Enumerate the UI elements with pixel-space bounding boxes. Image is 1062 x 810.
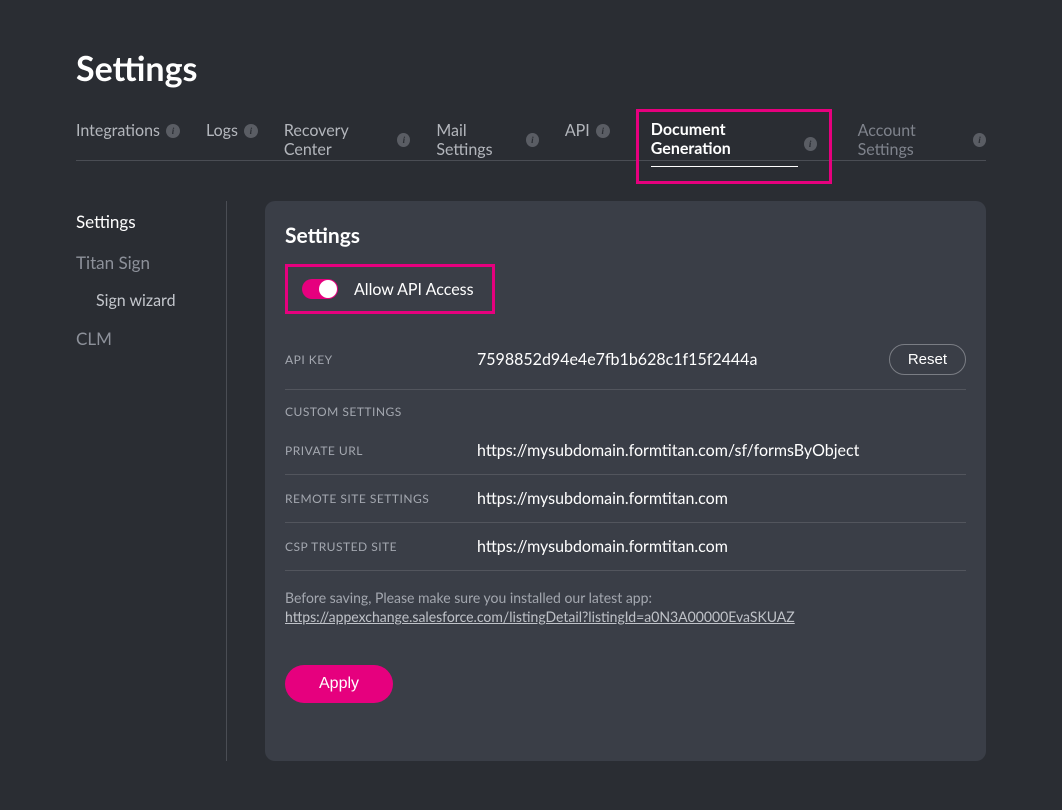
info-icon[interactable]: i [973,133,986,147]
allow-api-access-toggle-box: Allow API Access [285,264,495,314]
panel-title: Settings [285,223,966,248]
custom-settings-label: CUSTOM SETTINGS [285,390,477,427]
remote-site-label: REMOTE SITE SETTINGS [285,491,477,506]
sidebar: Settings Titan Sign Sign wizard CLM [76,201,226,761]
reset-button[interactable]: Reset [889,344,966,375]
tab-mail-settings[interactable]: Mail Settings i [436,115,538,177]
install-note-text: Before saving, Please make sure you inst… [285,589,652,606]
tab-document-generation[interactable]: Document Generation i [636,109,832,184]
csp-trusted-label: CSP TRUSTED SITE [285,539,477,554]
allow-api-access-label: Allow API Access [354,280,474,299]
allow-api-access-toggle[interactable] [302,279,338,299]
header: Settings Integrations i Logs i Recovery … [0,0,1062,161]
sidebar-item-titan-sign[interactable]: Titan Sign [76,242,226,283]
tab-recovery-center-label: Recovery Center [284,121,392,159]
info-icon[interactable]: i [596,124,610,138]
page-title: Settings [76,48,986,89]
tab-mail-settings-label: Mail Settings [436,121,520,159]
private-url-label: PRIVATE URL [285,443,477,458]
tab-logs-label: Logs [206,121,238,140]
info-icon[interactable]: i [244,124,258,138]
settings-page: Settings Integrations i Logs i Recovery … [0,0,1062,761]
csp-trusted-value[interactable]: https://mysubdomain.formtitan.com [477,537,966,556]
api-key-value: 7598852d94e4e7fb1b628c1f15f2444a [477,350,889,369]
sidebar-item-clm[interactable]: CLM [76,318,226,359]
remote-site-row: REMOTE SITE SETTINGS https://mysubdomain… [285,475,966,523]
tab-api-label: API [565,121,590,140]
settings-panel: Settings Allow API Access API KEY 759885… [265,201,986,761]
install-note: Before saving, Please make sure you inst… [285,589,966,625]
sidebar-item-settings[interactable]: Settings [76,201,226,242]
tab-recovery-center[interactable]: Recovery Center i [284,115,411,177]
tab-document-generation-label: Document Generation [651,120,798,167]
private-url-row: PRIVATE URL https://mysubdomain.formtita… [285,427,966,475]
sidebar-item-sign-wizard[interactable]: Sign wizard [76,283,226,318]
remote-site-value[interactable]: https://mysubdomain.formtitan.com [477,489,966,508]
body: Settings Titan Sign Sign wizard CLM Sett… [0,161,1062,761]
info-icon[interactable]: i [397,133,410,147]
tab-account-settings-label: Account Settings [858,121,967,159]
tab-logs[interactable]: Logs i [206,115,258,158]
tab-integrations[interactable]: Integrations i [76,115,180,158]
info-icon[interactable]: i [804,137,817,151]
csp-trusted-row: CSP TRUSTED SITE https://mysubdomain.for… [285,523,966,571]
apply-button[interactable]: Apply [285,665,393,703]
api-key-row: API KEY 7598852d94e4e7fb1b628c1f15f2444a… [285,330,966,390]
tab-integrations-label: Integrations [76,121,160,140]
tabs-bar: Integrations i Logs i Recovery Center i … [76,115,986,161]
private-url-value[interactable]: https://mysubdomain.formtitan.com/sf/for… [477,441,966,460]
tab-api[interactable]: API i [565,115,610,158]
tab-account-settings[interactable]: Account Settings i [858,115,986,177]
divider [226,201,227,761]
info-icon[interactable]: i [526,133,539,147]
info-icon[interactable]: i [166,124,180,138]
api-key-label: API KEY [285,352,477,367]
sidebar-list: Settings Titan Sign Sign wizard CLM [76,201,226,359]
appexchange-link[interactable]: https://appexchange.salesforce.com/listi… [285,608,966,625]
